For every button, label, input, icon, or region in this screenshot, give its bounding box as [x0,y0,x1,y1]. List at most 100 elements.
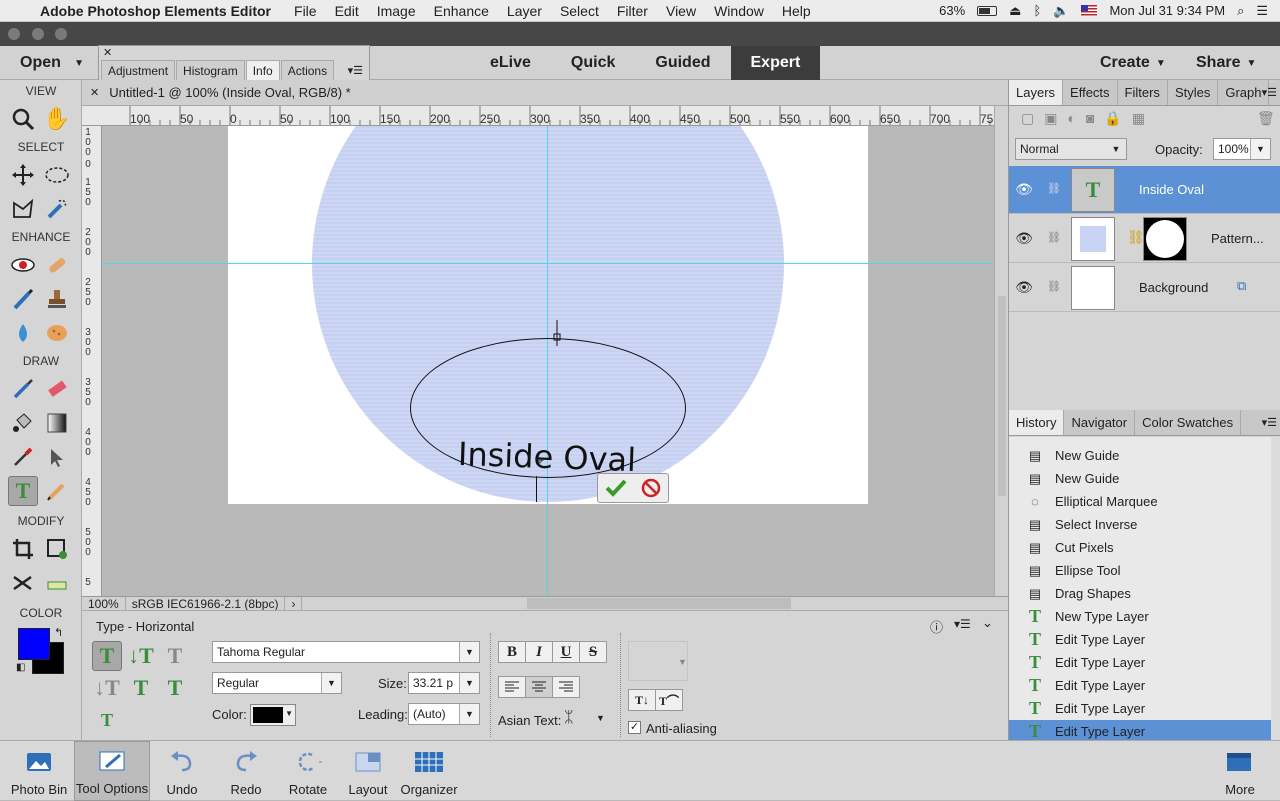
visibility-eye-icon[interactable]: 👁 [1009,181,1039,198]
quick-selection-icon[interactable] [42,194,72,224]
trash-icon[interactable]: 🗑 [1257,110,1275,127]
eyedropper-icon[interactable] [8,442,38,472]
cancel-icon[interactable] [640,477,662,499]
history-item[interactable]: T New Type Layer [1025,605,1149,628]
history-item[interactable]: ▤ New Guide [1025,467,1119,490]
new-group-icon[interactable]: ▣ [1044,110,1057,127]
move-tool-icon[interactable] [8,160,38,190]
align-center-button[interactable] [525,676,553,698]
mode-quick[interactable]: Quick [551,46,635,80]
hand-tool-icon[interactable]: ✋ [42,104,72,134]
tab-color-swatches[interactable]: Color Swatches [1135,410,1242,435]
layer-row-inside-oval[interactable]: 👁 ⛓ T Inside Oval [1009,166,1280,214]
vertical-type-icon[interactable]: ↓T [126,641,156,671]
text-on-selection-icon[interactable]: T [126,673,156,703]
tab-adjustment[interactable]: Adjustment [101,60,176,82]
history-item[interactable]: ▤ Ellipse Tool [1025,559,1121,582]
clock[interactable]: Mon Jul 31 9:34 PM [1109,3,1225,18]
text-color-picker[interactable]: ▼ [250,704,296,726]
text-on-shape-icon[interactable]: T [160,673,190,703]
horizontal-type-icon[interactable]: T [92,641,122,671]
chevron-down-icon[interactable]: ▼ [459,704,479,724]
spotlight-search-icon[interactable]: ⌕ [1237,3,1244,19]
tab-info[interactable]: Info [245,60,280,82]
spot-healing-icon[interactable] [42,250,72,280]
zoom-readout[interactable]: 100% [82,596,126,611]
rotate-button[interactable]: Rotate [284,741,332,801]
mode-expert[interactable]: Expert [730,46,821,80]
horizontal-scrollbar[interactable] [527,598,791,609]
history-item[interactable]: T Edit Type Layer [1025,697,1145,720]
link-icon[interactable]: ⛓ [1047,231,1061,244]
underline-button[interactable]: U [552,641,580,663]
vertical-scrollbar[interactable] [994,106,1008,596]
tab-navigator[interactable]: Navigator [1064,410,1136,435]
tab-actions[interactable]: Actions [280,60,335,82]
tab-history[interactable]: History [1009,410,1065,435]
anti-aliasing-checkbox[interactable]: ✓ [628,721,641,734]
clone-stamp-icon[interactable] [42,284,72,314]
pencil-tool-icon[interactable] [42,476,72,506]
panel-menu-icon[interactable]: ▾☰ [1262,416,1277,429]
red-eye-icon[interactable] [8,250,38,280]
history-item[interactable]: T Edit Type Layer [1025,651,1145,674]
gradient-tool-icon[interactable] [42,408,72,438]
vertical-type-mask-icon[interactable]: ↓T [92,673,122,703]
lasso-tool-icon[interactable] [8,194,38,224]
volume-icon[interactable]: 🔈 [1053,3,1069,19]
panel-menu-icon[interactable]: ▾☰ [1262,86,1277,99]
history-item[interactable]: ▤ Drag Shapes [1025,582,1131,605]
close-window-button[interactable] [8,28,20,40]
opacity-field[interactable]: 100% ▼ [1213,138,1271,160]
background-lock-icon[interactable]: ⧉ [1237,278,1246,294]
bold-button[interactable]: B [498,641,526,663]
chevron-down-icon[interactable]: ▼ [1250,139,1270,159]
history-item[interactable]: ◌ Elliptical Marquee [1025,490,1157,513]
menu-file[interactable]: File [294,3,317,19]
more-button[interactable]: More [1216,741,1264,801]
mode-elive[interactable]: eLive [470,46,551,80]
tab-histogram[interactable]: Histogram [176,60,245,82]
new-layer-icon[interactable]: ▢ [1021,110,1034,127]
close-icon[interactable]: ✕ [103,46,112,59]
create-button[interactable]: Create ▼ [1100,46,1166,80]
visibility-eye-icon[interactable]: 👁 [1009,230,1039,247]
lock-all-icon[interactable]: 🔒 [1104,110,1121,127]
panel-menu-icon[interactable]: ▾☰ [348,64,363,77]
chevron-down-icon[interactable]: ▼ [596,713,605,723]
document-tab[interactable]: ✕ Untitled-1 @ 100% (Inside Oval, RGB/8)… [82,80,1008,106]
swap-colors-icon[interactable]: ↰ [54,626,63,639]
toggle-orientation-icon[interactable]: T↓ [628,689,656,711]
commit-checkmark-icon[interactable] [604,478,628,498]
adjustment-layer-icon[interactable]: ◐ [1067,110,1075,127]
layer-mask-icon[interactable]: ◙ [1086,110,1094,127]
tab-layers[interactable]: Layers [1009,80,1064,105]
paint-bucket-icon[interactable] [8,408,38,438]
layer-name[interactable]: Pattern... [1211,231,1264,246]
layer-row-background[interactable]: 👁 ⛓ Background ⧉ [1009,264,1280,312]
align-right-button[interactable] [552,676,580,698]
type-tool-icon[interactable]: T [8,476,38,506]
elliptical-marquee-icon[interactable] [42,160,72,190]
scroll-thumb[interactable] [998,296,1006,496]
open-button[interactable]: Open ▼ [0,46,92,80]
chevron-down-icon[interactable]: ▼ [459,642,479,662]
history-list[interactable]: ▤ New Guide ▤ New Guide ◌ Elliptical Marque… [1009,437,1271,740]
close-document-icon[interactable]: ✕ [90,86,99,99]
sponge-tool-icon[interactable] [42,318,72,348]
share-button[interactable]: Share ▼ [1196,46,1256,80]
text-on-path-icon[interactable]: T [92,705,122,735]
horizontal-type-mask-icon[interactable]: T [160,641,190,671]
history-item-selected[interactable]: T Edit Type Layer [1025,720,1145,740]
font-size-field[interactable]: 33.21 p ▼ [408,672,480,694]
menu-image[interactable]: Image [377,3,416,19]
mode-guided[interactable]: Guided [635,46,730,80]
canvas-area[interactable]: Inside Oval ⌖ [102,126,994,596]
menu-layer[interactable]: Layer [507,3,542,19]
italic-button[interactable]: I [525,641,553,663]
warp-text-icon[interactable]: T⌒ [655,689,683,711]
foreground-color-swatch[interactable] [18,628,50,660]
straighten-tool-icon[interactable] [42,568,72,598]
eraser-tool-icon[interactable] [42,374,72,404]
chevron-down-icon[interactable]: ▼ [1106,139,1126,159]
